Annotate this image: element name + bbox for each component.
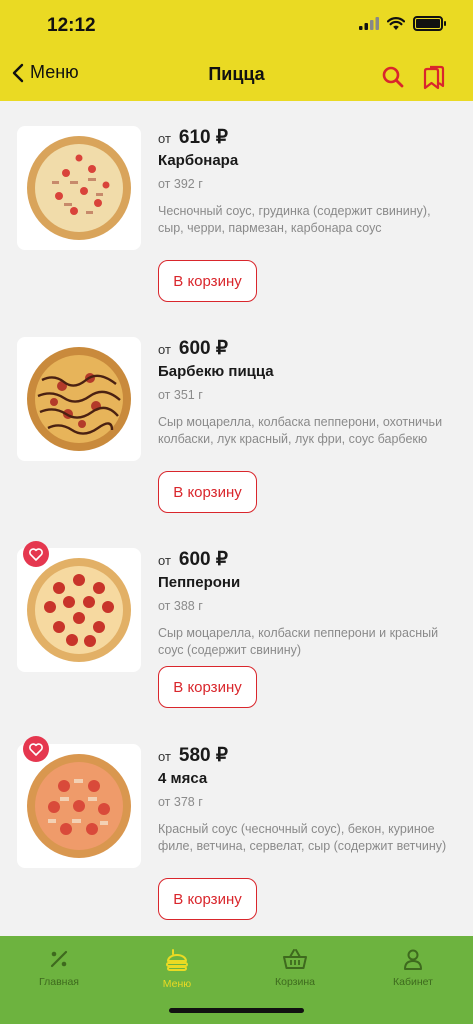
price-value: 580 ₽ <box>178 745 228 766</box>
product-weight: от 378 г <box>158 795 203 809</box>
product-description: Сыр моцарелла, колбаска пепперони, охотн… <box>158 415 443 446</box>
price-prefix: от <box>158 131 171 146</box>
product-name: Карбонара <box>158 152 239 169</box>
price-row: от 600 ₽ <box>158 548 228 571</box>
product-name: Барбекю пицца <box>158 363 274 380</box>
search-icon[interactable] <box>381 65 405 89</box>
tab-label: Корзина <box>275 976 315 988</box>
pizza-carbonara-image[interactable] <box>17 126 141 250</box>
tab-label: Меню <box>162 978 192 990</box>
tab-label: Главная <box>39 976 79 988</box>
price-value: 600 ₽ <box>178 549 228 570</box>
product-weight: от 351 г <box>158 388 203 402</box>
status-icons <box>359 16 446 31</box>
bookmarks-icon[interactable] <box>422 64 446 90</box>
price-value: 600 ₽ <box>178 338 228 359</box>
favorite-heart-icon[interactable] <box>23 736 49 762</box>
home-indicator <box>169 1008 304 1013</box>
product-description: Красный соус (чесночный соус), бекон, ку… <box>158 822 447 853</box>
price-row: от 580 ₽ <box>158 744 228 767</box>
battery-icon <box>413 16 446 31</box>
menu-food-icon <box>166 949 188 971</box>
product-name: Пепперони <box>158 574 241 591</box>
add-to-cart-button[interactable]: В корзину <box>158 260 257 302</box>
user-icon <box>404 949 422 970</box>
pizza-bbq-image[interactable] <box>17 337 141 461</box>
price-value: 610 ₽ <box>178 127 228 148</box>
status-time: 12:12 <box>47 15 96 36</box>
basket-icon <box>283 949 307 969</box>
product-description: Сыр моцарелла, колбаски пепперони и крас… <box>158 626 439 657</box>
tab-account[interactable]: Кабинет <box>363 948 463 988</box>
pizza-4-meat-image[interactable] <box>17 744 141 868</box>
tab-home[interactable]: Главная <box>9 948 109 988</box>
tab-label: Кабинет <box>393 976 433 988</box>
wifi-icon <box>387 17 405 30</box>
add-to-cart-button[interactable]: В корзину <box>158 471 257 513</box>
tab-cart[interactable]: Корзина <box>245 948 345 988</box>
add-to-cart-button[interactable]: В корзину <box>158 666 257 708</box>
price-row: от 600 ₽ <box>158 337 228 360</box>
product-description: Чесночный соус, грудинка (содержит свини… <box>158 204 431 235</box>
price-prefix: от <box>158 342 171 357</box>
tab-menu[interactable]: Меню <box>127 948 227 990</box>
signal-icon <box>359 17 379 30</box>
product-weight: от 388 г <box>158 599 203 613</box>
price-row: от 610 ₽ <box>158 126 228 149</box>
percent-icon <box>50 950 68 968</box>
product-name: 4 мяса <box>158 770 208 787</box>
add-to-cart-button[interactable]: В корзину <box>158 878 257 920</box>
favorite-heart-icon[interactable] <box>23 541 49 567</box>
price-prefix: от <box>158 553 171 568</box>
product-weight: от 392 г <box>158 177 203 191</box>
top-bar: 12:12 Меню Пицца <box>0 0 473 101</box>
price-prefix: от <box>158 749 171 764</box>
